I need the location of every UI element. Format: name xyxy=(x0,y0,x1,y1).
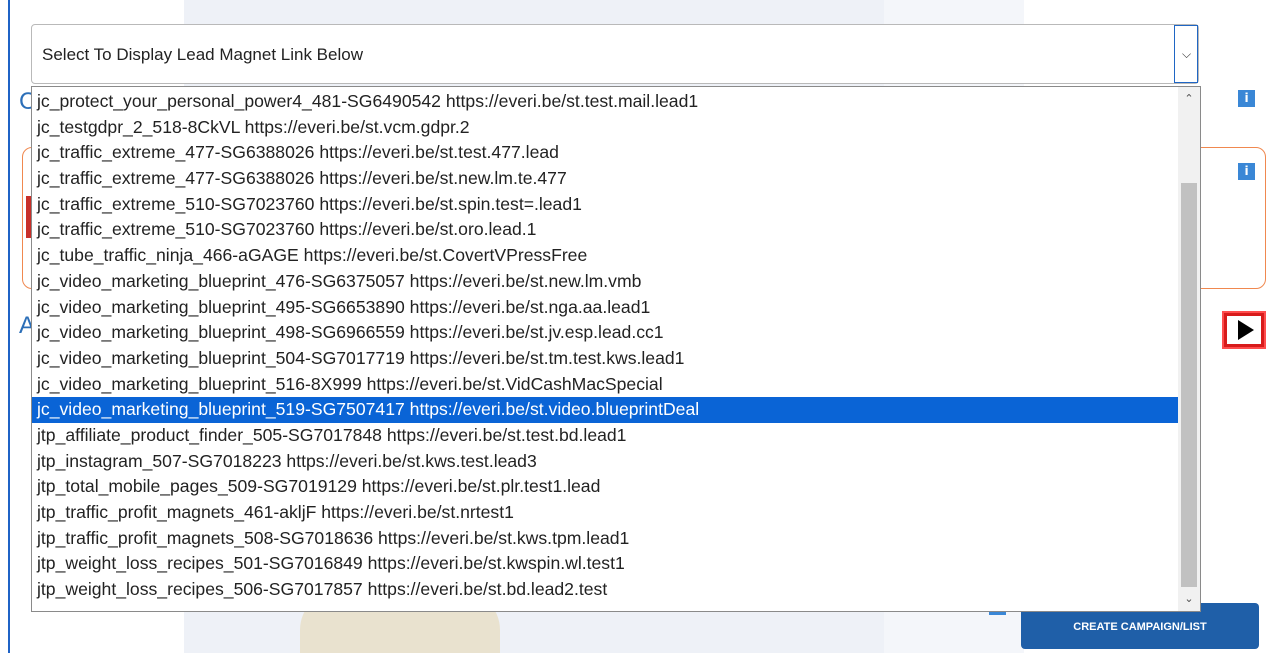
scrollbar-thumb[interactable] xyxy=(1181,183,1197,587)
scroll-up-arrow-icon[interactable]: ⌃ xyxy=(1178,89,1200,109)
list-option[interactable]: jc_traffic_extreme_510-SG7023760 https:/… xyxy=(32,192,1178,218)
lead-magnet-options-list[interactable]: jc_protect_your_personal_power4_481-SG64… xyxy=(31,86,1201,612)
chevron-down-icon: ⌵ xyxy=(1182,47,1192,61)
list-option[interactable]: jc_traffic_extreme_477-SG6388026 https:/… xyxy=(32,140,1178,166)
list-option[interactable]: jtp_traffic_profit_magnets_461-akljF htt… xyxy=(32,500,1178,526)
listbox-scrollbar[interactable]: ⌃ ⌄ xyxy=(1178,87,1200,611)
list-option[interactable]: jc_video_marketing_blueprint_504-SG70177… xyxy=(32,346,1178,372)
list-option[interactable]: jc_video_marketing_blueprint_495-SG66538… xyxy=(32,295,1178,321)
select-dropdown-button[interactable]: ⌵ xyxy=(1174,25,1198,83)
info-icon[interactable]: i xyxy=(1238,90,1255,107)
list-option[interactable]: jtp_weight_loss_recipes_506-SG7017857 ht… xyxy=(32,577,1178,603)
list-option[interactable]: jc_traffic_extreme_477-SG6388026 https:/… xyxy=(32,166,1178,192)
lead-magnet-select[interactable]: Select To Display Lead Magnet Link Below… xyxy=(31,24,1199,84)
list-option[interactable]: jtp_total_mobile_pages_509-SG7019129 htt… xyxy=(32,474,1178,500)
list-option[interactable]: jtp_weight_loss_recipes_501-SG7016849 ht… xyxy=(32,551,1178,577)
list-option[interactable]: jc_traffic_extreme_510-SG7023760 https:/… xyxy=(32,217,1178,243)
video-play-icon[interactable] xyxy=(1222,311,1266,349)
list-option[interactable]: jtp_traffic_profit_magnets_508-SG7018636… xyxy=(32,526,1178,552)
scroll-down-arrow-icon[interactable]: ⌄ xyxy=(1178,589,1200,609)
list-option[interactable]: jc_video_marketing_blueprint_498-SG69665… xyxy=(32,320,1178,346)
select-current-value: Select To Display Lead Magnet Link Below xyxy=(42,45,363,64)
list-option[interactable]: jtp_affiliate_product_finder_505-SG70178… xyxy=(32,423,1178,449)
list-option[interactable]: jc_protect_your_personal_power4_481-SG64… xyxy=(32,89,1178,115)
list-option[interactable]: jc_testgdpr_2_518-8CkVL https://everi.be… xyxy=(32,115,1178,141)
list-option[interactable]: jc_tube_traffic_ninja_466-aGAGE https://… xyxy=(32,243,1178,269)
info-icon[interactable]: i xyxy=(1238,163,1255,180)
left-border-line xyxy=(8,0,10,653)
play-icon xyxy=(1238,320,1254,340)
list-option[interactable]: jtp_instagram_507-SG7018223 https://ever… xyxy=(32,449,1178,475)
list-option[interactable]: jc_video_marketing_blueprint_516-8X999 h… xyxy=(32,372,1178,398)
list-option-selected[interactable]: jc_video_marketing_blueprint_519-SG75074… xyxy=(32,397,1178,423)
options-container: jc_protect_your_personal_power4_481-SG64… xyxy=(32,89,1178,603)
list-option[interactable]: jc_video_marketing_blueprint_476-SG63750… xyxy=(32,269,1178,295)
